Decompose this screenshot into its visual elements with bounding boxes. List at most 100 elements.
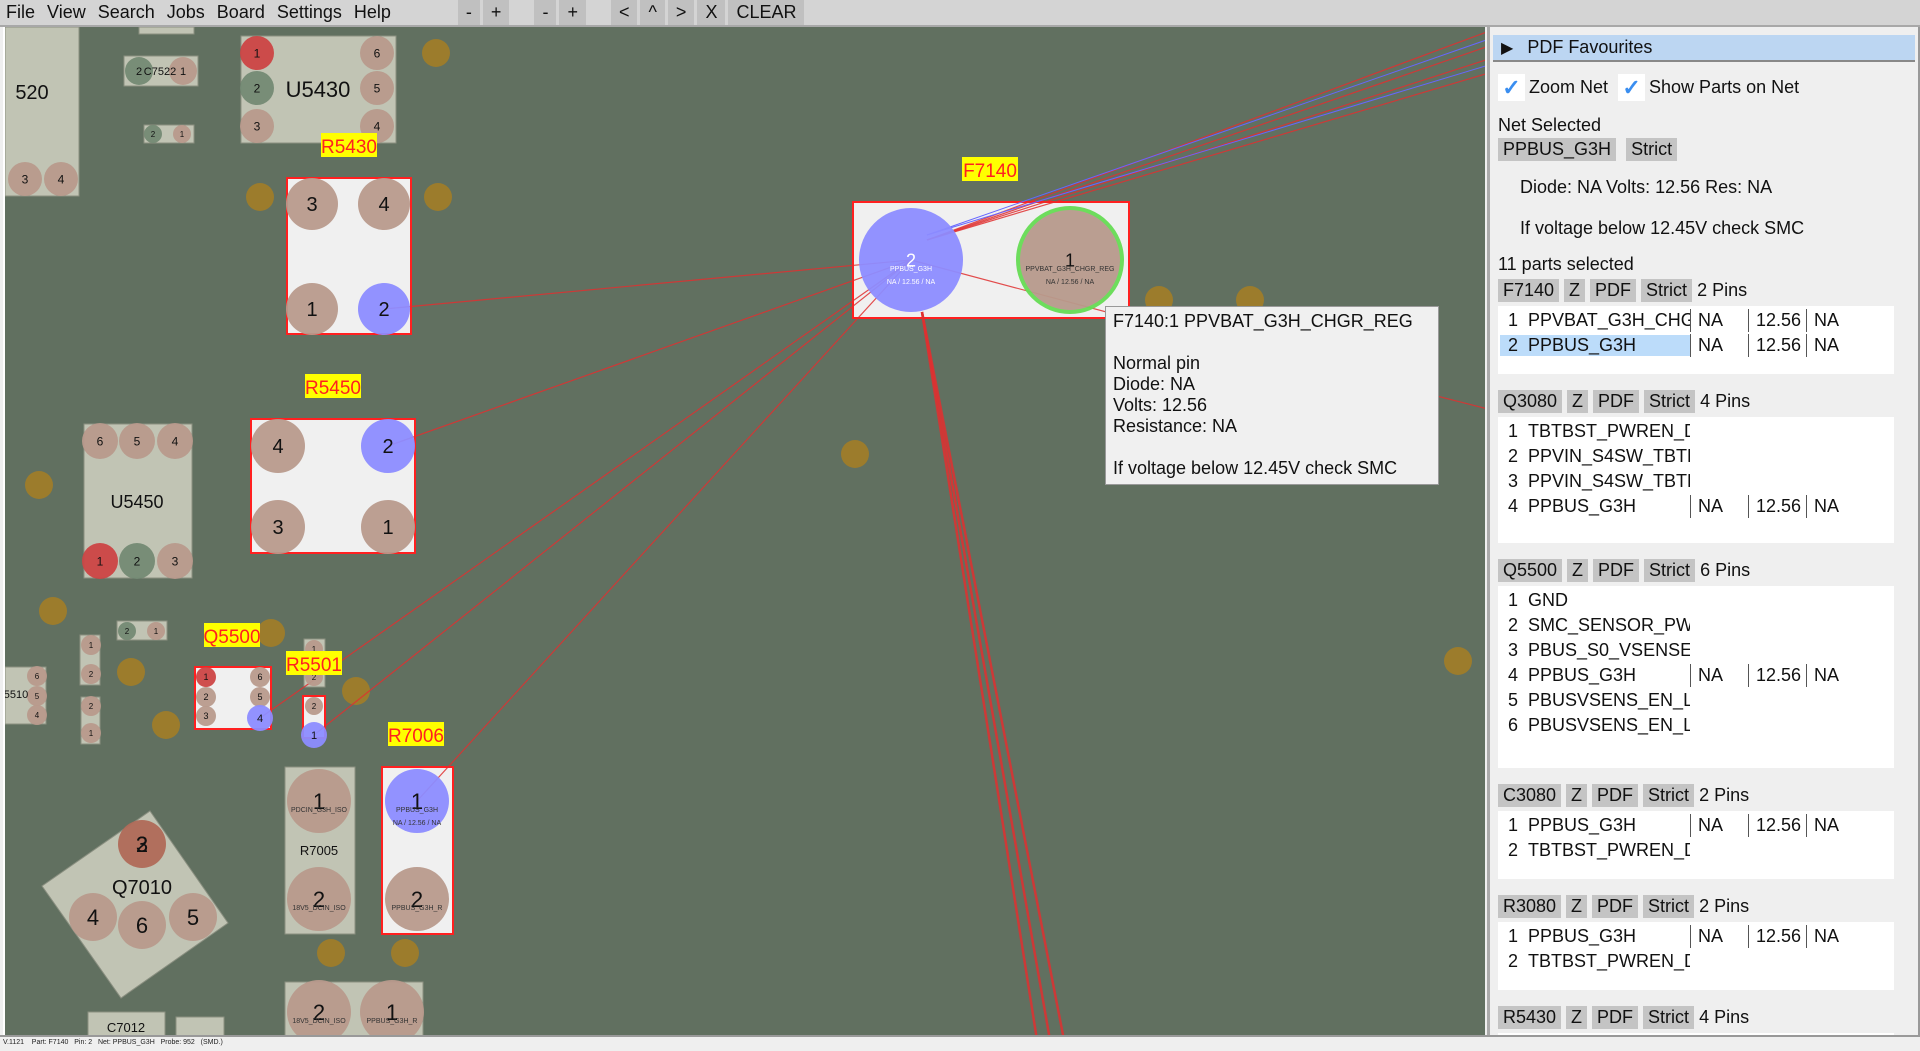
pin-table: 1 GND 2 SMC_SENSOR_PWR_EN 3 PBUS_S0_VSENSE 4 PP…: [1498, 586, 1894, 768]
pin-row[interactable]: 2 TBTBST_PWREN_DIV_L: [1498, 949, 1894, 974]
tooltip-title: F7140:1 PPVBAT_G3H_CHGR_REG: [1113, 311, 1413, 331]
part-zoom-button[interactable]: Z: [1566, 784, 1588, 807]
pin-net: PPBUS_G3H: [1528, 496, 1637, 516]
menu-file[interactable]: File: [0, 0, 41, 26]
menu-help[interactable]: Help: [348, 0, 397, 26]
zoom-in-button-2[interactable]: +: [559, 0, 586, 25]
part-block: Q5500ZPDFStrict6 Pins 1 GND 2 SMC_SENSOR_PWR…: [1490, 559, 1918, 768]
part-pdf-button[interactable]: PDF: [1592, 895, 1639, 918]
pin-number: 1: [1507, 590, 1518, 610]
pin-net: SMC_SENSOR_PWR_EN: [1528, 615, 1690, 635]
pin-number: 6: [35, 672, 40, 681]
part-name-button[interactable]: Q5500: [1498, 559, 1563, 582]
part-name-button[interactable]: C3080: [1498, 784, 1562, 807]
pin-row[interactable]: 6 PBUSVSENS_EN_L: [1498, 713, 1894, 738]
pin-row[interactable]: 1 TBTBST_PWREN_DIV_L: [1498, 419, 1894, 444]
clear-button[interactable]: CLEAR: [728, 0, 805, 25]
prev-button[interactable]: <: [610, 0, 638, 25]
pin-number: 2: [1507, 446, 1518, 466]
part-strict-button[interactable]: Strict: [1644, 559, 1696, 582]
pin-row[interactable]: 2 PPVIN_S4SW_TBTBST_FET: [1498, 444, 1894, 469]
component-label: U5430: [286, 77, 351, 102]
part-pdf-button[interactable]: PDF: [1592, 784, 1639, 807]
pin-row[interactable]: 2 TBTBST_PWREN_DIV_L: [1498, 838, 1894, 863]
pin-row[interactable]: 2 PPBUS_G3H NA 12.56 NA: [1498, 333, 1894, 358]
part-pdf-button[interactable]: PDF: [1593, 559, 1640, 582]
pin-number: 2: [378, 299, 389, 321]
zoom-in-button[interactable]: +: [482, 0, 510, 25]
pin-volts: 12.56: [1748, 334, 1806, 357]
pin-number: 5: [374, 81, 381, 95]
part-zoom-button[interactable]: Z: [1564, 279, 1586, 302]
part-pdf-button[interactable]: PDF: [1592, 1006, 1639, 1029]
menu-search[interactable]: Search: [92, 0, 161, 26]
pin-number: 2: [125, 627, 130, 636]
pin-row[interactable]: 3 PBUS_S0_VSENSE: [1498, 638, 1894, 663]
part-name-button[interactable]: Q3080: [1498, 390, 1563, 413]
zoom-out-button-2[interactable]: -: [534, 0, 557, 25]
part-pin-count: 6 Pins: [1700, 560, 1751, 580]
pdf-favourites-header[interactable]: ▶ PDF Favourites: [1493, 35, 1915, 62]
menu-jobs[interactable]: Jobs: [161, 0, 211, 26]
via: [841, 440, 869, 468]
net-hint: If voltage below 12.45V check SMC: [1520, 218, 1805, 238]
part-zoom-button[interactable]: Z: [1566, 895, 1588, 918]
part-name-button[interactable]: F7140: [1498, 279, 1560, 302]
pin-diode: NA: [1690, 309, 1748, 332]
part-name-button[interactable]: R5430: [1498, 1006, 1562, 1029]
net-strict-button[interactable]: Strict: [1626, 138, 1678, 161]
net-line: [920, 311, 1065, 1035]
pin-row[interactable]: 1 PPBUS_G3H NA 12.56 NA: [1498, 924, 1894, 949]
part-strict-button[interactable]: Strict: [1643, 784, 1695, 807]
part-strict-button[interactable]: Strict: [1643, 1006, 1695, 1029]
tooltip-resistance: Resistance: NA: [1113, 416, 1238, 436]
up-button[interactable]: ^: [640, 0, 665, 25]
zoom-out-button[interactable]: -: [457, 0, 480, 25]
zoom-net-checkbox[interactable]: ✓: [1498, 74, 1525, 101]
show-parts-checkbox[interactable]: ✓: [1618, 74, 1646, 101]
close-button[interactable]: X: [697, 0, 726, 25]
pin-net: PPBUS_G3H: [1528, 815, 1637, 835]
pin-number: 2: [203, 692, 208, 702]
net-name-button[interactable]: PPBUS_G3H: [1498, 138, 1617, 161]
part-zoom-button[interactable]: Z: [1566, 1006, 1588, 1029]
pin-row[interactable]: 2 SMC_SENSOR_PWR_EN: [1498, 613, 1894, 638]
pin-row[interactable]: 5 PBUSVSENS_EN_L_DIV: [1498, 688, 1894, 713]
status-bar: V.1121 Part: F7140 Pin: 2 Net: PPBUS_G3H…: [0, 1035, 1920, 1051]
board-canvas[interactable]: 3 4 2 1 2 1 1 2 3 6 5 4 3 4 1 2 2 1 4 2 3 1 6 5 4 1 2 3 6 5 4 1 2 2 1 2 1 1 2 3…: [3, 27, 1485, 1035]
part-pdf-button[interactable]: PDF: [1590, 279, 1637, 302]
part-strict-button[interactable]: Strict: [1644, 390, 1696, 413]
pin-row[interactable]: 3 PPVIN_S4SW_TBTBST_FET: [1498, 469, 1894, 494]
pin-number: 4: [58, 172, 65, 186]
part-strict-button[interactable]: Strict: [1641, 279, 1693, 302]
menu-settings[interactable]: Settings: [271, 0, 348, 26]
component-label: C7522: [144, 66, 176, 78]
pin-net: PPVIN_S4SW_TBTBST_FET: [1528, 446, 1690, 466]
pin-number: 4: [1507, 665, 1518, 685]
part-zoom-button[interactable]: Z: [1567, 390, 1589, 413]
part-pin-count: 4 Pins: [1700, 391, 1751, 411]
part-zoom-button[interactable]: Z: [1567, 559, 1589, 582]
part-strict-button[interactable]: Strict: [1643, 895, 1695, 918]
next-button[interactable]: >: [667, 0, 695, 25]
component-bot2[interactable]: [175, 1016, 225, 1035]
pin-number: 2: [134, 554, 141, 568]
menu-view[interactable]: View: [41, 0, 92, 26]
pin-number: 1: [306, 299, 317, 321]
part-highlight-label: F7140: [963, 161, 1017, 182]
part-pdf-button[interactable]: PDF: [1593, 390, 1640, 413]
pin-row[interactable]: 4 PPBUS_G3H NA 12.56 NA: [1498, 494, 1894, 519]
pin-number: 2: [1507, 951, 1518, 971]
via: [422, 39, 450, 67]
pin-number: 3: [1507, 471, 1518, 491]
pin-row[interactable]: 1 GND: [1498, 588, 1894, 613]
component-top[interactable]: [138, 27, 195, 35]
part-name-button[interactable]: R3080: [1498, 895, 1562, 918]
pin-number: 3: [1507, 640, 1518, 660]
tooltip-volts: Volts: 12.56: [1113, 395, 1208, 415]
pin-row[interactable]: 4 PPBUS_G3H NA 12.56 NA: [1498, 663, 1894, 688]
pin-row[interactable]: 1 PPBUS_G3H NA 12.56 NA: [1498, 813, 1894, 838]
pin-net: PPVBAT_G3H_CHGR_REG: [1528, 310, 1690, 330]
pin-row[interactable]: 1PPVBAT_G3H_CHGR_REGNA12.56NA: [1498, 308, 1894, 333]
menu-board[interactable]: Board: [211, 0, 271, 26]
